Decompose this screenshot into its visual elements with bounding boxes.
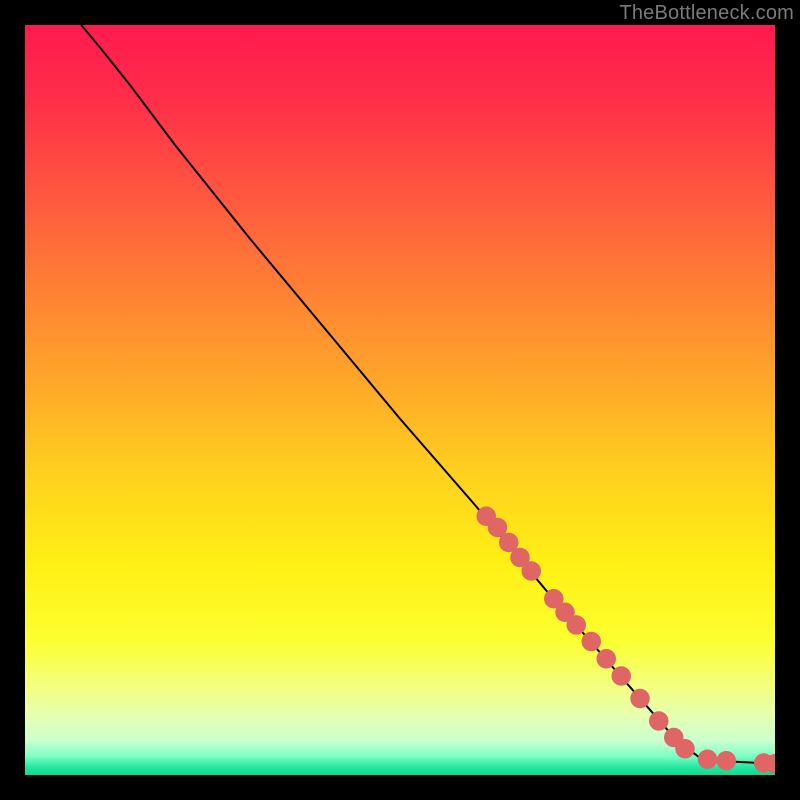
data-point	[675, 739, 695, 759]
attribution-text: TheBottleneck.com	[619, 2, 794, 25]
data-point	[630, 689, 650, 709]
data-point	[717, 751, 737, 771]
curve-layer	[25, 25, 775, 775]
data-point	[612, 666, 632, 686]
data-point	[597, 649, 617, 669]
plot-area	[25, 25, 775, 775]
bottleneck-curve	[81, 25, 775, 764]
data-markers	[477, 507, 776, 774]
data-point	[522, 561, 542, 581]
data-point	[698, 750, 718, 770]
chart-frame: TheBottleneck.com	[0, 0, 800, 800]
data-point	[567, 615, 587, 635]
data-point	[582, 632, 602, 652]
data-point	[649, 711, 669, 731]
